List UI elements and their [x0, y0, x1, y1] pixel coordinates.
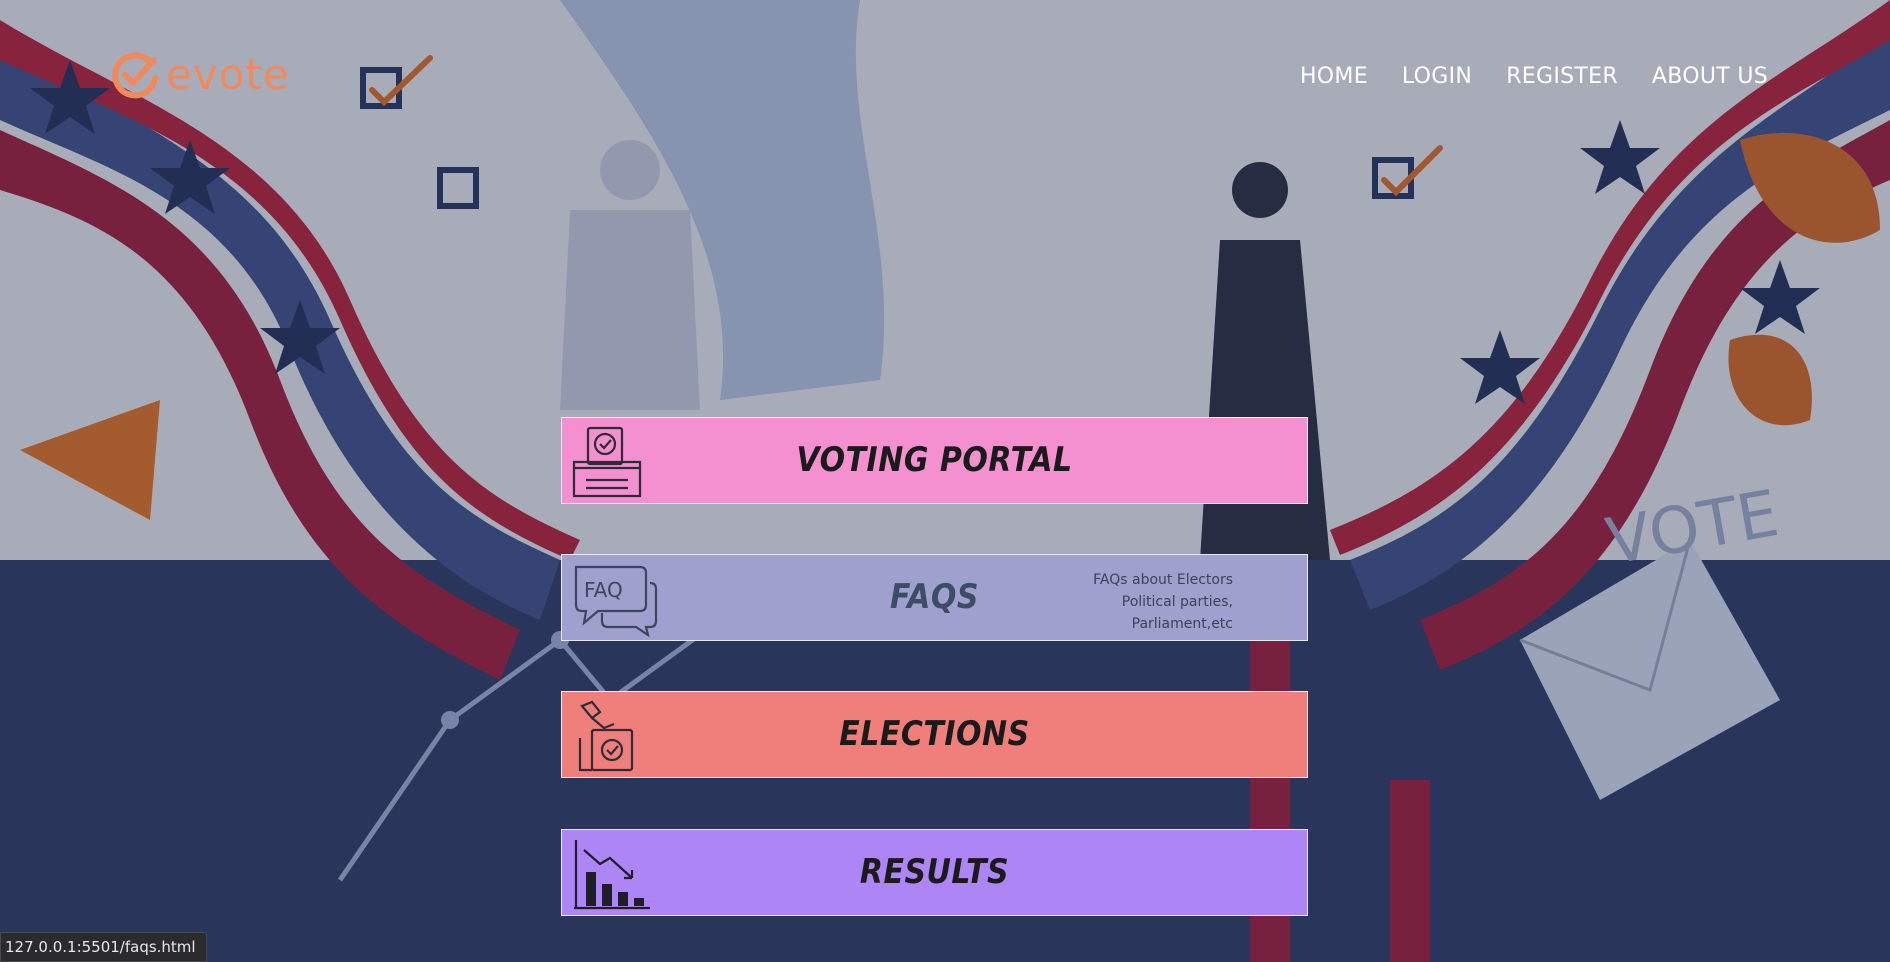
- nav-home[interactable]: HOME: [1300, 64, 1368, 89]
- results-title: RESULTS: [859, 852, 1010, 893]
- nav-about-us[interactable]: ABOUT US: [1652, 64, 1768, 89]
- browser-status-bar: 127.0.0.1:5501/faqs.html: [0, 932, 207, 962]
- faqs-description-line: FAQs about Electors: [1093, 572, 1233, 588]
- elections-card[interactable]: ELECTIONS: [561, 691, 1308, 778]
- voting-portal-card[interactable]: VOTING PORTAL: [561, 417, 1308, 504]
- faqs-description-line: Parliament,etc: [1131, 616, 1233, 632]
- evote-logo[interactable]: evote: [110, 50, 290, 100]
- logo-check-icon: [110, 50, 160, 100]
- elections-title: ELECTIONS: [839, 714, 1030, 755]
- faqs-description-line: Political parties,: [1121, 594, 1233, 610]
- main-navigation: HOME LOGIN REGISTER ABOUT US: [1300, 64, 1768, 89]
- faqs-card[interactable]: FAQ FAQS FAQs about Electors Political p…: [561, 554, 1308, 641]
- results-card[interactable]: RESULTS: [561, 829, 1308, 916]
- nav-login[interactable]: LOGIN: [1402, 64, 1472, 89]
- status-url: 127.0.0.1:5501/faqs.html: [5, 938, 196, 956]
- faqs-description: FAQs about Electors Political parties, P…: [1093, 569, 1233, 635]
- voting-portal-title: VOTING PORTAL: [796, 440, 1073, 481]
- nav-register[interactable]: REGISTER: [1506, 64, 1618, 89]
- logo-text: evote: [166, 50, 290, 99]
